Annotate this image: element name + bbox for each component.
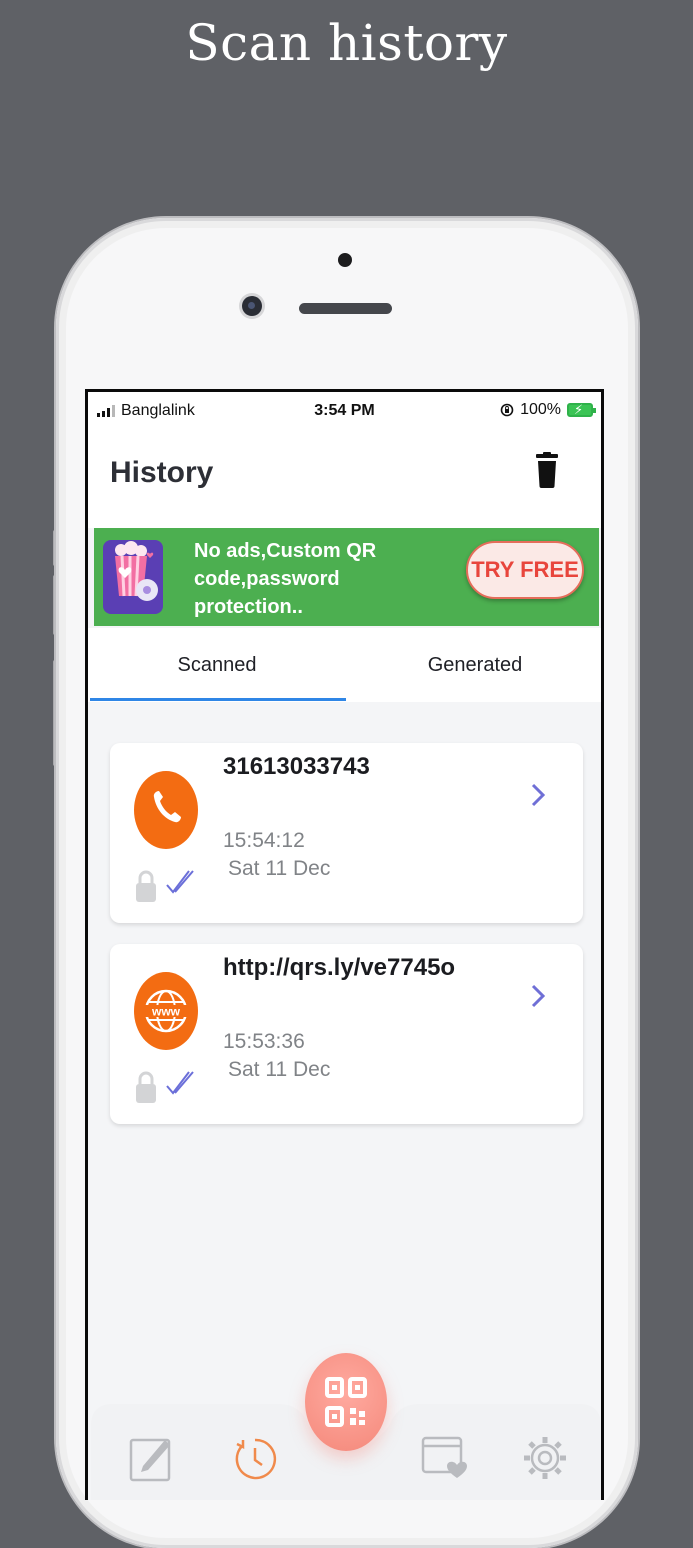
phone-earpiece: [299, 303, 392, 314]
phone-sensor: [338, 253, 352, 267]
scan-time: 15:54:12: [223, 829, 305, 852]
scan-qr-button[interactable]: [305, 1353, 387, 1451]
page-title: History: [110, 456, 214, 489]
chevron-right-icon[interactable]: [528, 781, 548, 809]
battery-percent: 100%: [520, 401, 561, 418]
orientation-lock-icon: [500, 403, 514, 417]
banner-text: No ads,Custom QR code,password protectio…: [194, 540, 377, 618]
popcorn-gift-icon: [103, 540, 163, 614]
settings-gear-icon[interactable]: [519, 1432, 571, 1484]
scan-date: Sat 11 Dec: [228, 1058, 331, 1081]
try-free-button[interactable]: TRY FREE: [466, 541, 584, 599]
double-check-icon: [166, 1071, 194, 1095]
premium-banner[interactable]: No ads,Custom QR code,password protectio…: [94, 528, 599, 626]
active-tab-indicator: [90, 698, 346, 701]
battery-charging-icon: ⚡: [567, 402, 596, 417]
trash-icon[interactable]: [532, 452, 562, 490]
status-bar-right: 100% ⚡: [500, 401, 596, 419]
history-item[interactable]: www http://qrs.ly/ve7745o 15:53:36 Sat 1…: [110, 944, 583, 1124]
svg-text:www: www: [151, 1005, 181, 1019]
tab-scanned[interactable]: Scanned: [88, 654, 346, 677]
history-tabs: Scanned Generated: [88, 628, 601, 702]
scan-date: Sat 11 Dec: [228, 857, 331, 880]
www-globe-icon: www: [134, 972, 198, 1050]
promo-title: Scan history: [185, 14, 508, 72]
qr-code-icon: [325, 1377, 367, 1427]
favorites-icon[interactable]: [419, 1432, 471, 1484]
tab-generated[interactable]: Generated: [346, 654, 601, 677]
lock-icon[interactable]: [135, 1070, 157, 1104]
edit-icon[interactable]: [125, 1432, 177, 1484]
scan-value: 31613033743: [223, 753, 370, 780]
status-bar: Banglalink 3:54 PM 100% ⚡: [88, 392, 601, 428]
lock-icon[interactable]: [135, 869, 157, 903]
history-clock-icon[interactable]: [229, 1432, 281, 1484]
scan-time: 15:53:36: [223, 1030, 305, 1053]
double-check-icon: [166, 870, 194, 894]
phone-icon: [134, 771, 198, 849]
app-header: History: [88, 428, 601, 528]
scan-value: http://qrs.ly/ve7745o: [223, 954, 456, 981]
phone-front-camera: [242, 296, 262, 316]
history-item[interactable]: 31613033743 15:54:12 Sat 11 Dec: [110, 743, 583, 923]
app-screen: Banglalink 3:54 PM 100% ⚡ History No ads…: [85, 389, 604, 1500]
chevron-right-icon[interactable]: [528, 982, 548, 1010]
